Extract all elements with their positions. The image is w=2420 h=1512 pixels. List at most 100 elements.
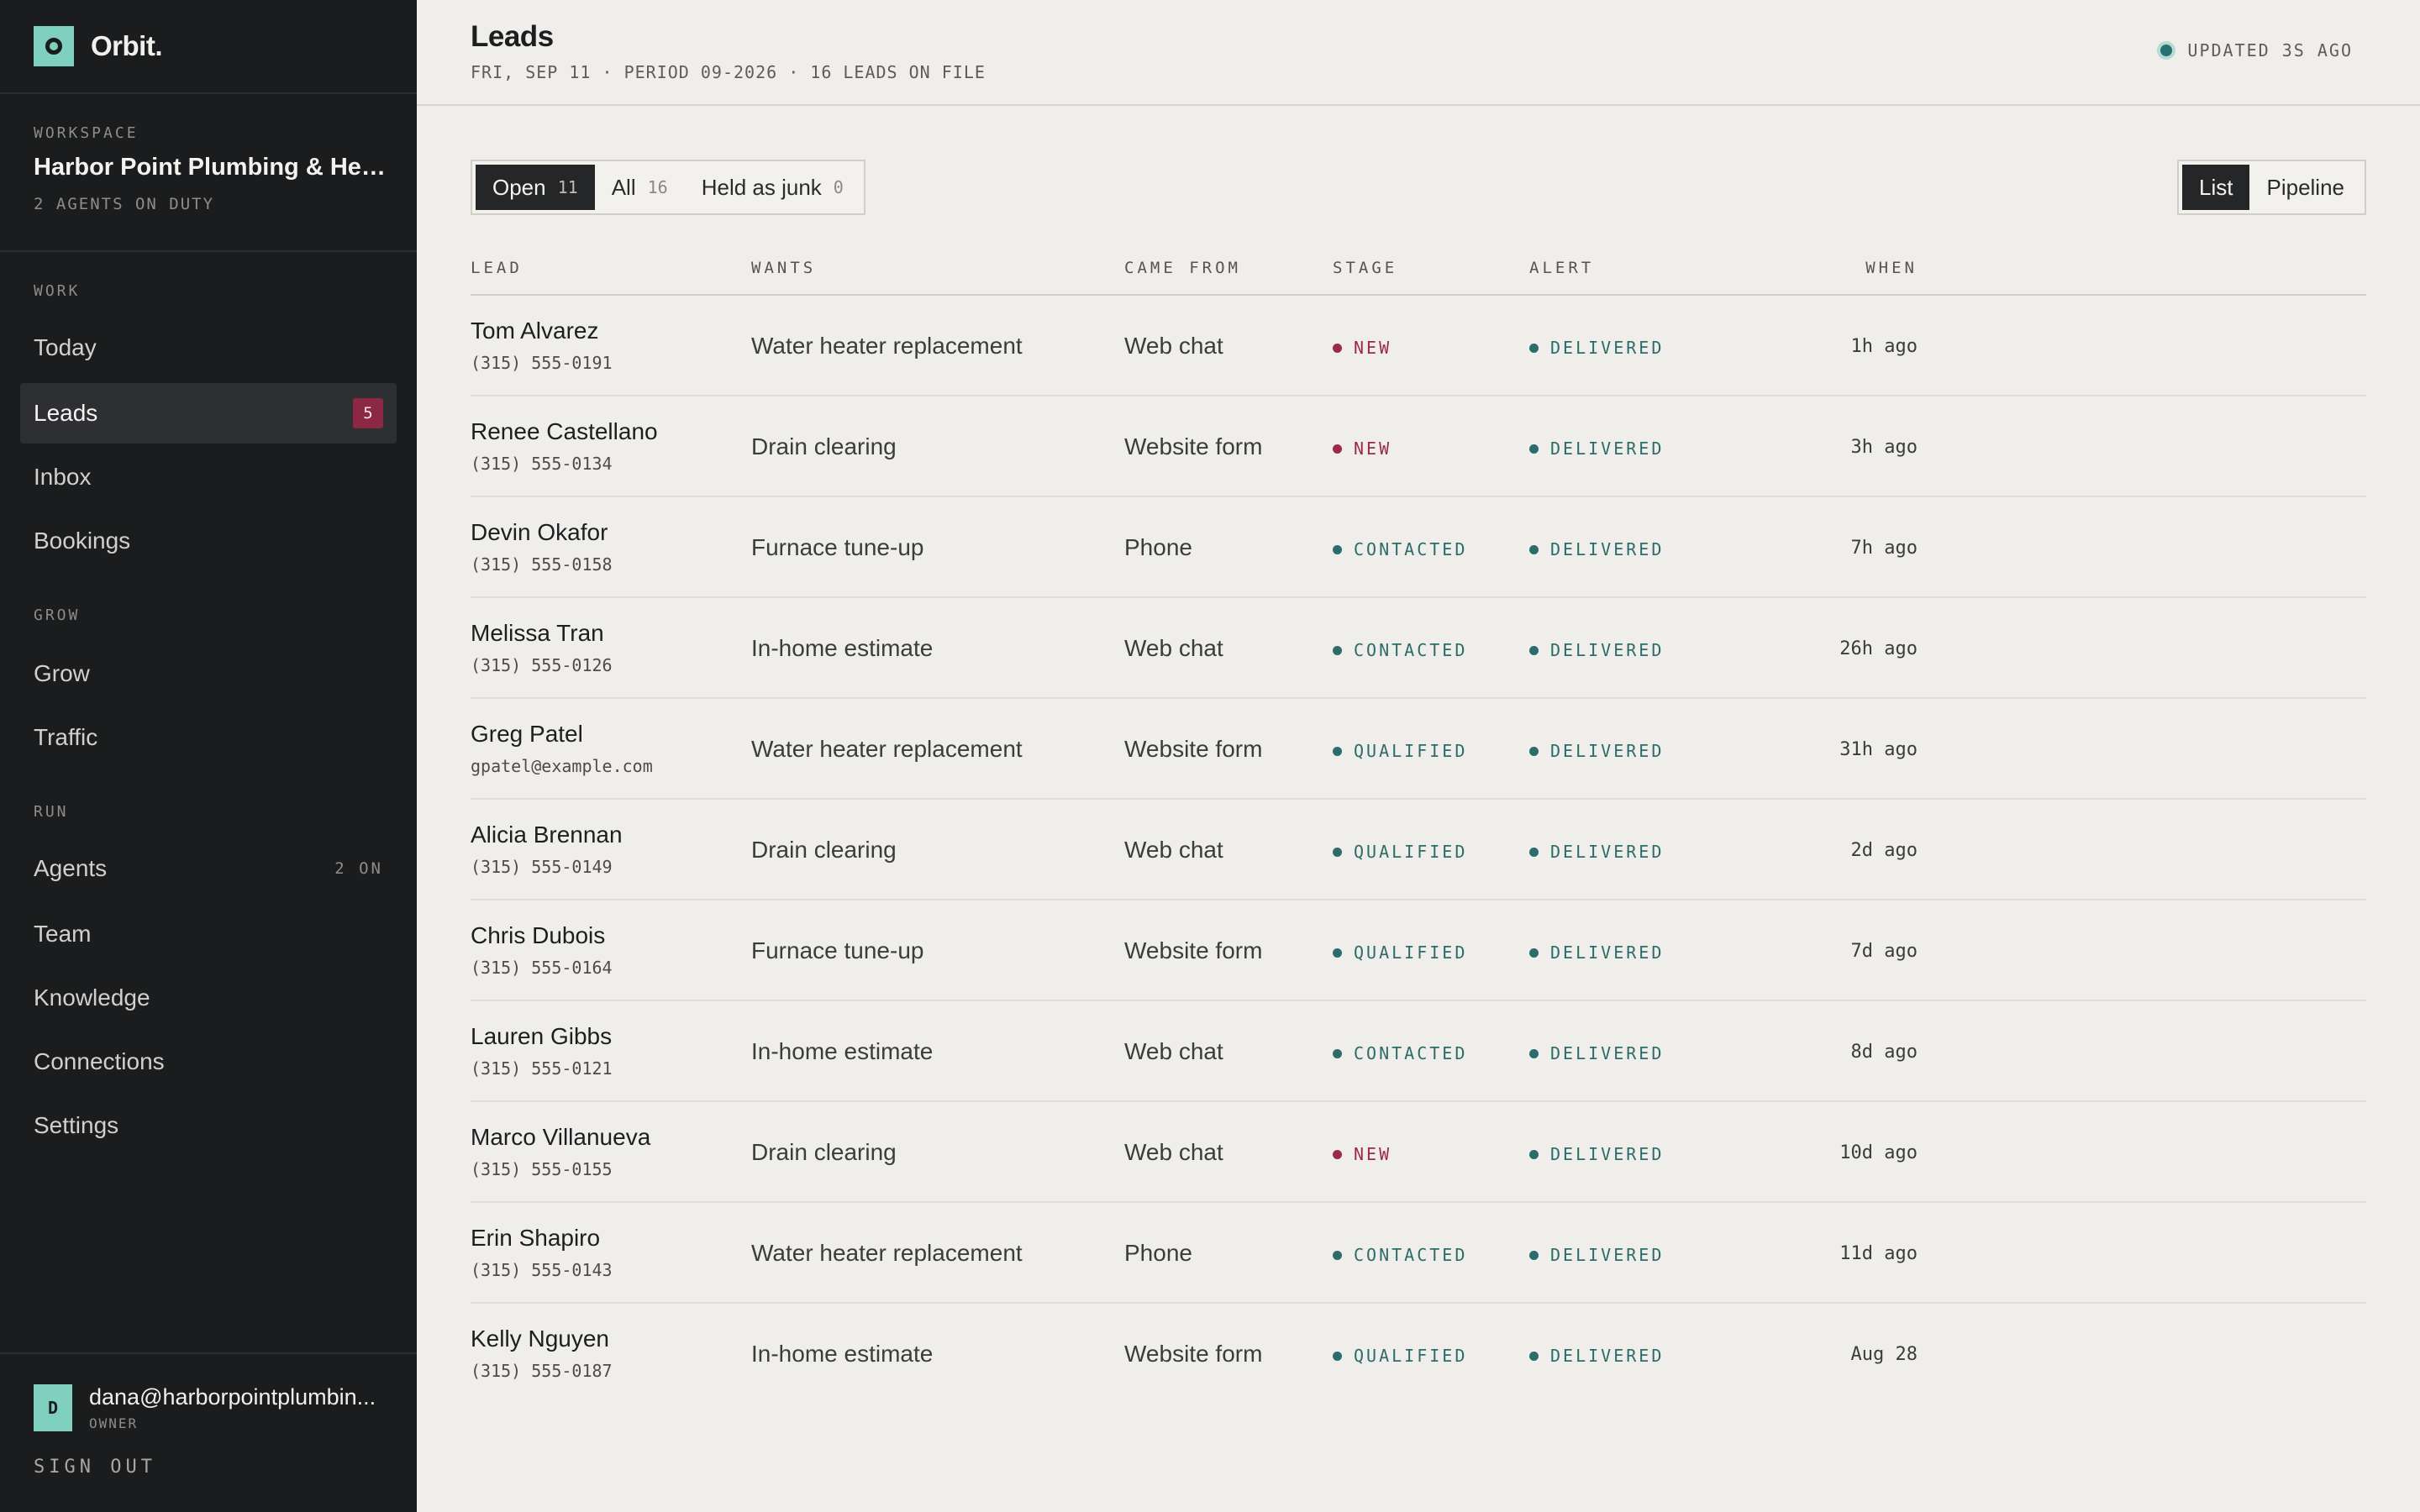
- stage-label: QUALIFIED: [1354, 1346, 1468, 1366]
- column-stage[interactable]: STAGE: [1333, 259, 1397, 277]
- sidebar-item-inbox[interactable]: Inbox: [20, 447, 397, 507]
- table-row[interactable]: Devin Okafor (315) 555-0158 Furnace tune-u…: [471, 497, 2366, 598]
- lead-source: Phone: [1124, 534, 1192, 560]
- lead-name: Greg Patel: [471, 721, 583, 747]
- lead-contact: (315) 555-0149: [471, 857, 613, 877]
- sidebar-item-connections[interactable]: Connections: [20, 1032, 397, 1092]
- table-row[interactable]: Greg Patel gpatel@example.com Water heater…: [471, 699, 2366, 800]
- sidebar-item-label: Traffic: [34, 724, 98, 750]
- lead-when: Aug 28: [1850, 1344, 1918, 1365]
- sidebar-item-settings[interactable]: Settings: [20, 1095, 397, 1156]
- lead-source: Phone: [1124, 1240, 1192, 1266]
- sidebar-item-agents[interactable]: Agents 2 ON: [20, 838, 397, 899]
- column-came-from[interactable]: CAME FROM: [1124, 259, 1241, 277]
- brand[interactable]: Orbit.: [0, 0, 417, 94]
- sidebar-item-label: Agents: [34, 855, 108, 881]
- lead-when: 10d ago: [1839, 1142, 1918, 1163]
- update-status: UPDATED 3S AGO: [2157, 40, 2353, 60]
- column-lead[interactable]: LEAD: [471, 259, 523, 277]
- lead-source: Web chat: [1124, 635, 1223, 661]
- alert-dot-icon: [1529, 948, 1539, 958]
- stage-label: CONTACTED: [1354, 539, 1468, 559]
- sidebar-item-label: Settings: [34, 1112, 119, 1138]
- stage-label: NEW: [1354, 1144, 1392, 1164]
- brand-name: Orbit.: [91, 30, 163, 61]
- sidebar: Orbit. WORKSPACE Harbor Point Plumbing &…: [0, 0, 417, 1512]
- lead-name: Marco Villanueva: [471, 1124, 651, 1150]
- alert-dot-icon: [1529, 746, 1539, 756]
- lead-when: 3h ago: [1850, 437, 1918, 458]
- column-alert[interactable]: ALERT: [1529, 259, 1594, 277]
- filter-all[interactable]: All 16: [595, 165, 685, 210]
- user-account[interactable]: D dana@harborpointplumbin... OWNER: [34, 1384, 383, 1431]
- page-header: Leads FRI, SEP 11 · PERIOD 09-2026 · 16 …: [417, 0, 2420, 106]
- table-row[interactable]: Marco Villanueva (315) 555-0155 Drain clea…: [471, 1102, 2366, 1203]
- alert-badge: DELIVERED: [1529, 842, 1664, 862]
- alert-label: DELIVERED: [1550, 1245, 1665, 1265]
- lead-name: Devin Okafor: [471, 519, 608, 545]
- table-row[interactable]: Renee Castellano (315) 555-0134 Drain clea…: [471, 396, 2366, 497]
- stage-dot-icon: [1333, 1351, 1342, 1361]
- main-content: Leads FRI, SEP 11 · PERIOD 09-2026 · 16 …: [417, 0, 2420, 1512]
- sign-out-button[interactable]: SIGN OUT: [34, 1457, 383, 1478]
- sidebar-item-traffic[interactable]: Traffic: [20, 707, 397, 768]
- workspace-switcher[interactable]: WORKSPACE Harbor Point Plumbing & Heat..…: [0, 94, 417, 252]
- column-when[interactable]: WHEN: [1783, 259, 1918, 277]
- sidebar-item-team[interactable]: Team: [20, 904, 397, 964]
- lead-when: 11d ago: [1839, 1243, 1918, 1264]
- stage-label: QUALIFIED: [1354, 741, 1468, 761]
- avatar: D: [34, 1384, 72, 1431]
- lead-wants: Water heater replacement: [751, 333, 1023, 359]
- lead-wants: Water heater replacement: [751, 1240, 1023, 1266]
- alert-label: DELIVERED: [1550, 1043, 1665, 1063]
- filter-open[interactable]: Open 11: [476, 165, 595, 210]
- lead-wants: Drain clearing: [751, 837, 897, 863]
- lead-source: Website form: [1124, 937, 1263, 963]
- sidebar-item-bookings[interactable]: Bookings: [20, 511, 397, 571]
- sidebar-item-label: Leads: [34, 400, 98, 426]
- alert-dot-icon: [1529, 1149, 1539, 1159]
- table-row[interactable]: Tom Alvarez (315) 555-0191 Water heater re…: [471, 296, 2366, 396]
- lead-name: Tom Alvarez: [471, 318, 599, 344]
- alert-badge: DELIVERED: [1529, 338, 1664, 358]
- lead-contact: (315) 555-0158: [471, 554, 613, 575]
- sidebar-item-knowledge[interactable]: Knowledge: [20, 968, 397, 1028]
- user-role: OWNER: [89, 1415, 139, 1431]
- filter-label: Open: [492, 174, 546, 200]
- sidebar-item-label: Bookings: [34, 528, 131, 554]
- sidebar-item-label: Knowledge: [34, 984, 150, 1011]
- alert-label: DELIVERED: [1550, 338, 1665, 358]
- table-row[interactable]: Chris Dubois (315) 555-0164 Furnace tune-u…: [471, 900, 2366, 1001]
- page-title: Leads: [471, 20, 554, 53]
- table-row[interactable]: Alicia Brennan (315) 555-0149 Drain cleari…: [471, 800, 2366, 900]
- lead-contact: (315) 555-0126: [471, 655, 613, 675]
- stage-label: CONTACTED: [1354, 640, 1468, 660]
- filter-held-as-junk[interactable]: Held as junk 0: [685, 165, 860, 210]
- updated-text: UPDATED 3S AGO: [2187, 40, 2353, 60]
- lead-contact: (315) 555-0187: [471, 1361, 613, 1381]
- stage-label: NEW: [1354, 438, 1392, 459]
- lead-contact: (315) 555-0134: [471, 454, 613, 474]
- alert-dot-icon: [1529, 444, 1539, 454]
- view-pipeline-button[interactable]: Pipeline: [2249, 165, 2361, 210]
- table-row[interactable]: Kelly Nguyen (315) 555-0187 In-home estima…: [471, 1304, 2366, 1404]
- sidebar-item-grow[interactable]: Grow: [20, 643, 397, 704]
- sidebar-item-today[interactable]: Today: [20, 318, 397, 378]
- column-wants[interactable]: WANTS: [751, 259, 816, 277]
- table-row[interactable]: Lauren Gibbs (315) 555-0121 In-home estima…: [471, 1001, 2366, 1102]
- alert-label: DELIVERED: [1550, 539, 1665, 559]
- table-row[interactable]: Erin Shapiro (315) 555-0143 Water heater r…: [471, 1203, 2366, 1304]
- alert-badge: DELIVERED: [1529, 539, 1664, 559]
- sidebar-item-leads[interactable]: Leads 5: [20, 383, 397, 444]
- lead-source: Website form: [1124, 1341, 1263, 1367]
- alert-label: DELIVERED: [1550, 1346, 1665, 1366]
- table-row[interactable]: Melissa Tran (315) 555-0126 In-home estima…: [471, 598, 2366, 699]
- stage-badge: QUALIFIED: [1333, 1346, 1467, 1366]
- alert-badge: DELIVERED: [1529, 640, 1664, 660]
- stage-dot-icon: [1333, 1048, 1342, 1058]
- lead-when: 1h ago: [1850, 336, 1918, 357]
- leads-table: LEAD WANTS CAME FROM STAGE ALERT WHEN To…: [471, 244, 2366, 1404]
- lead-name: Renee Castellano: [471, 418, 658, 444]
- view-list-button[interactable]: List: [2182, 165, 2250, 210]
- sidebar-item-label: Team: [34, 921, 92, 947]
